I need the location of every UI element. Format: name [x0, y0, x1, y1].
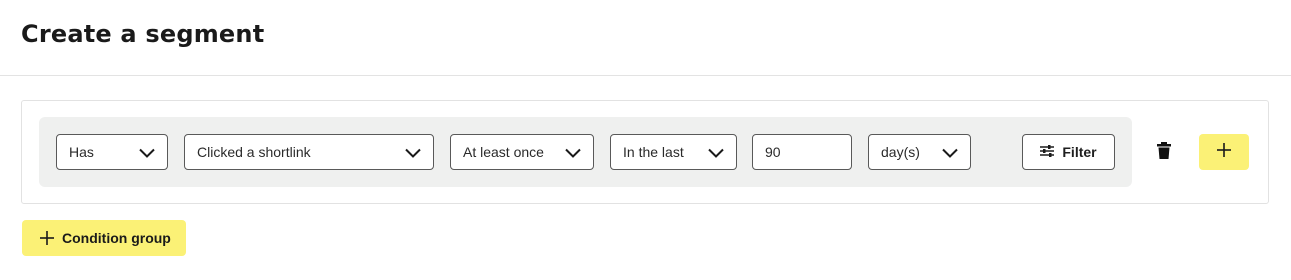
event-select[interactable]: Clicked a shortlink	[184, 134, 434, 170]
plus-icon	[1217, 142, 1231, 162]
unit-select-value: day(s)	[881, 144, 920, 160]
has-select[interactable]: Has	[56, 134, 168, 170]
chevron-down-icon	[707, 144, 725, 162]
trash-icon[interactable]	[1156, 142, 1172, 162]
has-select-value: Has	[69, 144, 94, 160]
amount-input-value: 90	[765, 144, 781, 160]
condition-row: Has Clicked a shortlink At least once In…	[39, 117, 1132, 187]
segment-card: Has Clicked a shortlink At least once In…	[21, 100, 1269, 204]
frequency-select-value: At least once	[463, 144, 544, 160]
filter-label: Filter	[1062, 144, 1097, 160]
unit-select[interactable]: day(s)	[868, 134, 971, 170]
sliders-icon	[1040, 144, 1055, 160]
page-title: Create a segment	[21, 20, 265, 48]
condition-group-label: Condition group	[62, 230, 171, 246]
plus-icon	[40, 231, 54, 245]
period-select[interactable]: In the last	[610, 134, 737, 170]
filter-button[interactable]: Filter	[1022, 134, 1115, 170]
chevron-down-icon	[564, 144, 582, 162]
add-condition-group-button[interactable]: Condition group	[22, 220, 186, 256]
amount-input[interactable]: 90	[752, 134, 852, 170]
chevron-down-icon	[404, 144, 422, 162]
add-condition-button[interactable]	[1199, 134, 1249, 170]
period-select-value: In the last	[623, 144, 684, 160]
frequency-select[interactable]: At least once	[450, 134, 594, 170]
chevron-down-icon	[941, 144, 959, 162]
event-select-value: Clicked a shortlink	[197, 144, 311, 160]
chevron-down-icon	[138, 144, 156, 162]
page-header: Create a segment	[0, 0, 1291, 76]
